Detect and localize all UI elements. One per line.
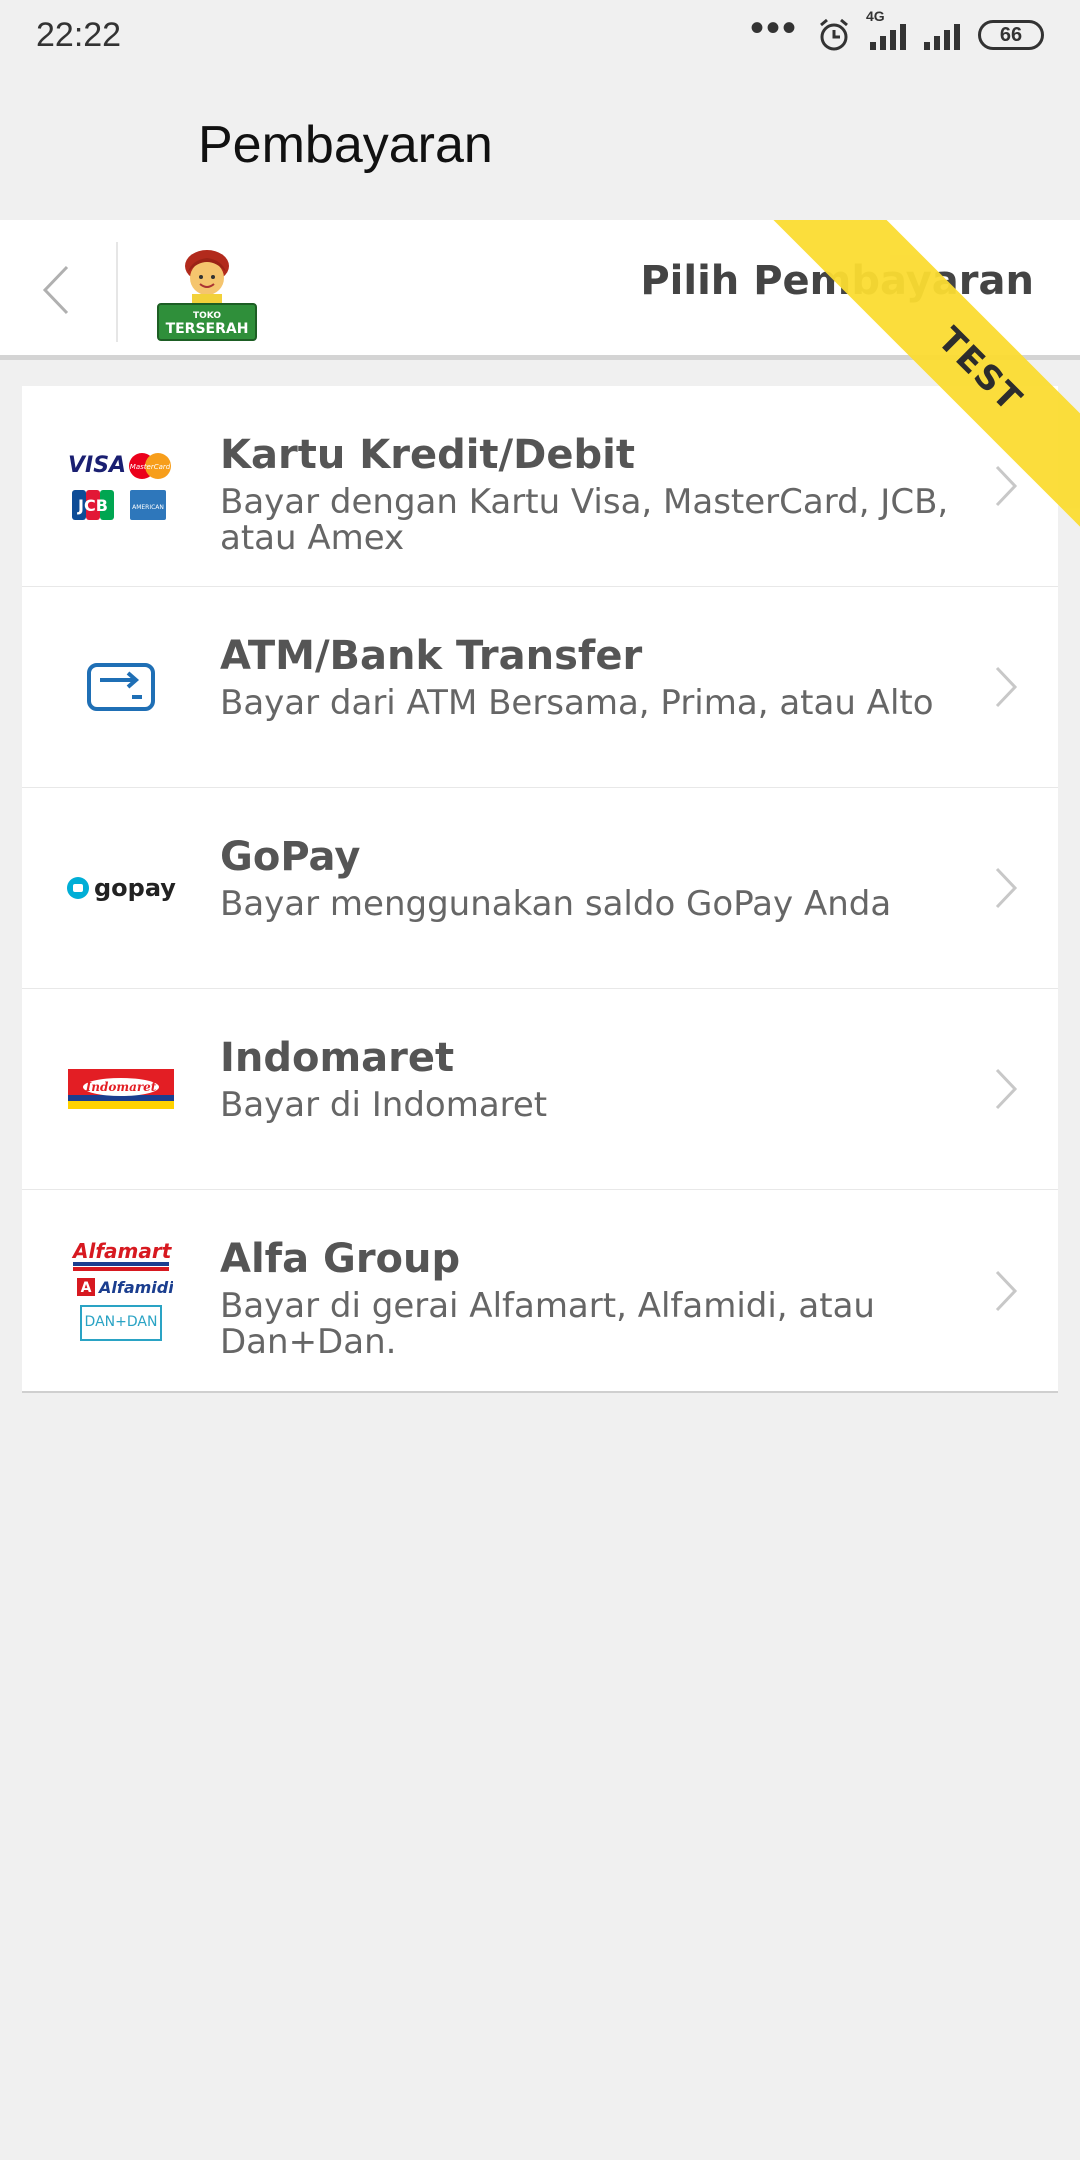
indomaret-logo: Indomaret — [66, 1029, 176, 1149]
bank-transfer-icon — [66, 627, 176, 747]
alarm-icon — [820, 18, 848, 51]
chevron-right-icon — [995, 1270, 1018, 1311]
payment-method-gopay[interactable]: gopay GoPay Bayar menggunakan saldo GoPa… — [22, 788, 1058, 989]
header-title: Pilih Pembayaran — [640, 258, 1034, 304]
payment-method-name: ATM/Bank Transfer — [220, 633, 643, 679]
payment-method-description: Bayar di gerai Alfamart, Alfamidi, atau … — [220, 1286, 875, 1362]
payment-method-bank-transfer[interactable]: ATM/Bank Transfer Bayar dari ATM Bersama… — [22, 587, 1058, 788]
more-dots-icon: ••• — [749, 5, 798, 50]
chevron-right-icon — [995, 1068, 1018, 1110]
svg-text:MasterCard: MasterCard — [130, 463, 171, 471]
back-button[interactable] — [28, 260, 84, 320]
svg-text:A: A — [81, 1280, 92, 1296]
status-icons: ••• 4G 66 — [750, 6, 1044, 53]
payment-method-name: GoPay — [220, 834, 361, 880]
payment-method-alfa-group[interactable]: Alfamart A Alfamidi DAN+DAN Alfa Group B… — [22, 1190, 1058, 1391]
divider — [116, 242, 118, 342]
battery-level: 66 — [999, 23, 1023, 46]
payment-method-description: Bayar dengan Kartu Visa, MasterCard, JCB… — [220, 482, 949, 558]
payment-method-name: Indomaret — [220, 1035, 455, 1081]
payment-method-list: VISA MasterCard JCB AMERICAN Kartu Kredi… — [22, 386, 1058, 1393]
chevron-right-icon — [995, 465, 1018, 507]
payment-header: TOKO TERSERAH Pilih Pembayaran — [0, 220, 1080, 360]
payment-method-description: Bayar menggunakan saldo GoPay Anda — [220, 884, 892, 924]
chevron-left-icon — [42, 265, 69, 315]
dandan-logo-text: DAN+DAN — [85, 1314, 158, 1330]
status-bar: 22:22 ••• 4G 66 — [0, 0, 1080, 70]
svg-text:VISA: VISA — [68, 453, 126, 478]
indomaret-logo-text: Indomaret — [85, 1080, 157, 1094]
payment-method-credit-card[interactable]: VISA MasterCard JCB AMERICAN Kartu Kredi… — [22, 386, 1058, 587]
svg-text:JCB: JCB — [77, 496, 108, 515]
chevron-right-icon — [995, 867, 1018, 909]
signal-bars-icon — [870, 20, 906, 50]
gopay-logo-text: gopay — [94, 874, 176, 902]
gopay-logo: gopay — [66, 828, 176, 948]
svg-text:TERSERAH: TERSERAH — [166, 321, 249, 337]
alfamidi-logo-text: Alfamidi — [97, 1278, 173, 1297]
payment-method-description: Bayar di Indomaret — [220, 1085, 548, 1125]
app-header: Pembayaran — [0, 70, 1080, 220]
payment-method-indomaret[interactable]: Indomaret Indomaret Bayar di Indomaret — [22, 989, 1058, 1190]
merchant-logo: TOKO TERSERAH — [157, 250, 257, 341]
payment-method-description: Bayar dari ATM Bersama, Prima, atau Alto — [220, 683, 934, 723]
cell-signal-1: 4G — [866, 8, 906, 50]
page-title: Pembayaran — [198, 116, 493, 174]
card-brands-icon: VISA MasterCard JCB AMERICAN — [66, 426, 176, 546]
status-time: 22:22 — [36, 15, 122, 54]
chevron-right-icon — [995, 666, 1018, 708]
svg-text:TOKO: TOKO — [193, 311, 221, 321]
signal-bars-icon-2 — [924, 20, 960, 50]
svg-text:AMERICAN: AMERICAN — [132, 504, 164, 511]
payment-method-name: Kartu Kredit/Debit — [220, 432, 635, 478]
alfa-group-logo: Alfamart A Alfamidi DAN+DAN — [66, 1231, 176, 1351]
alfamart-logo-text: Alfamart — [71, 1239, 173, 1263]
battery-icon: 66 — [978, 20, 1044, 50]
network-type: 4G — [866, 8, 885, 24]
payment-method-name: Alfa Group — [220, 1236, 461, 1282]
